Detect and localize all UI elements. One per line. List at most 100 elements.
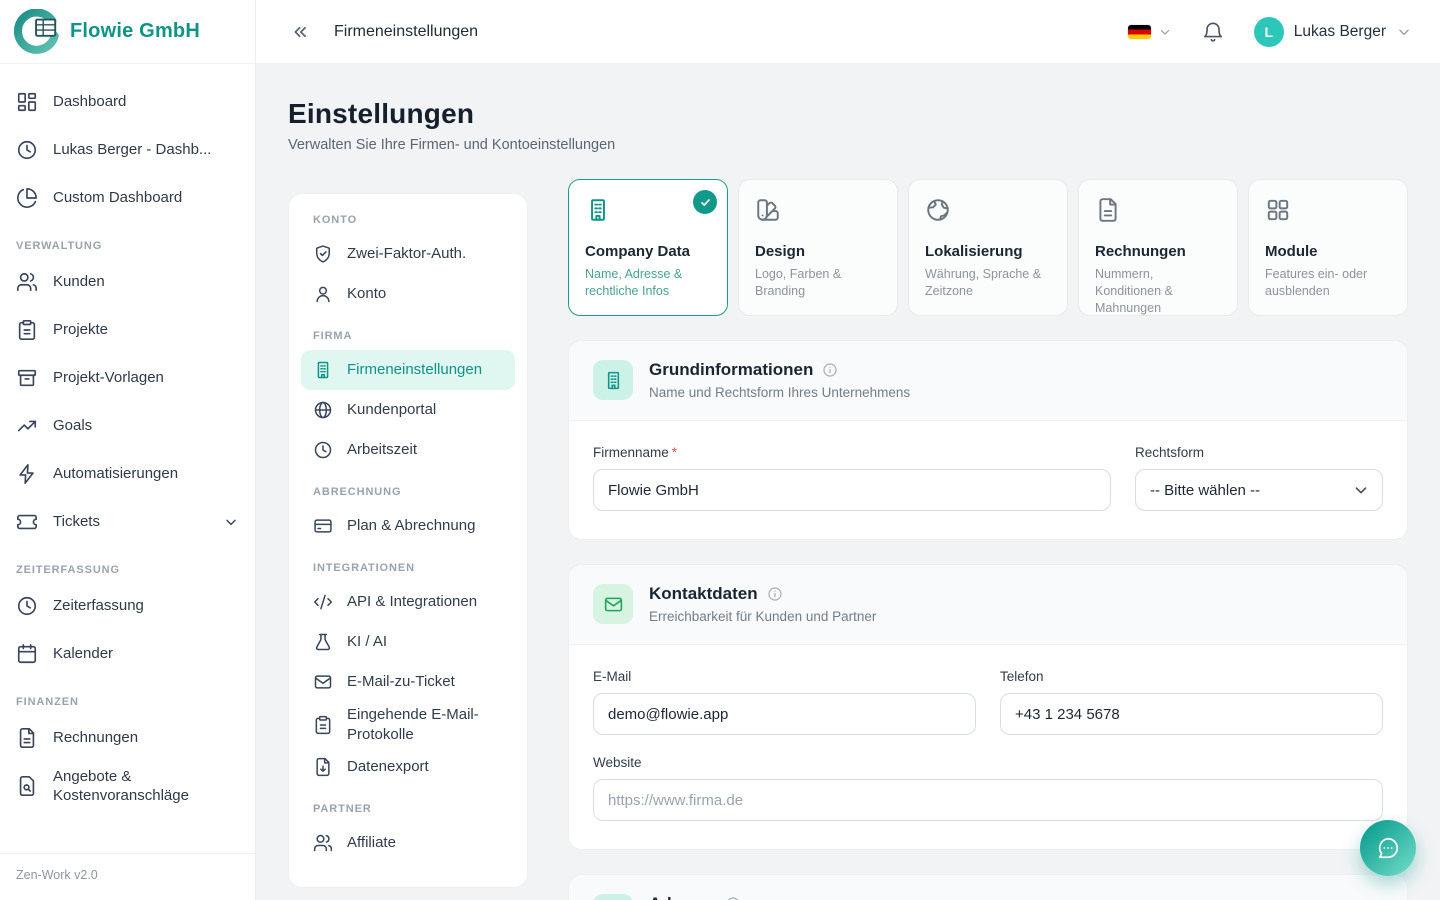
email-input[interactable] — [593, 693, 976, 735]
section-subtitle: Erreichbarkeit für Kunden und Partner — [649, 609, 876, 624]
language-switcher[interactable] — [1128, 25, 1172, 39]
collapse-sidebar-icon[interactable] — [290, 22, 310, 42]
settings-item-label: E-Mail-zu-Ticket — [347, 672, 455, 692]
sidebar-section-finanzen: Finanzen — [16, 696, 239, 708]
tab-subtitle: Features ein- oder ausblenden — [1265, 266, 1391, 300]
flowie-logo-icon — [14, 9, 60, 55]
rechtsform-select[interactable]: -- Bitte wählen -- — [1135, 469, 1383, 511]
mail-icon — [593, 584, 633, 624]
settings-item-label: KI / AI — [347, 632, 387, 652]
credit-card-icon — [313, 516, 333, 536]
sidebar-item-projekte[interactable]: Projekte — [0, 306, 255, 354]
sidebar-item-user-dashboard[interactable]: Lukas Berger - Dashb... — [0, 126, 255, 174]
settings-section-firma: Firma — [313, 330, 503, 342]
settings-item-label: Plan & Abrechnung — [347, 516, 475, 536]
pie-chart-icon — [16, 187, 38, 209]
section-adresse: Adresse — [568, 874, 1408, 900]
settings-item-arbeitszeit[interactable]: Arbeitszeit — [301, 430, 515, 470]
brand-name: Flowie GmbH — [70, 20, 200, 43]
main-content: Einstellungen Verwalten Sie Ihre Firmen-… — [256, 0, 1440, 900]
tab-title: Lokalisierung — [925, 243, 1051, 260]
sidebar-item-kunden[interactable]: Kunden — [0, 258, 255, 306]
sidebar-item-projekt-vorlagen[interactable]: Projekt-Vorlagen — [0, 354, 255, 402]
settings-item-plan-abrechnung[interactable]: Plan & Abrechnung — [301, 506, 515, 546]
sidebar-item-goals[interactable]: Goals — [0, 402, 255, 450]
tab-title: Rechnungen — [1095, 243, 1221, 260]
settings-item-ki-ai[interactable]: KI / AI — [301, 622, 515, 662]
settings-item-label: Kundenportal — [347, 400, 436, 420]
settings-item-label: Eingehende E-Mail-Protokolle — [347, 705, 503, 744]
section-title: Kontaktdaten — [649, 584, 758, 604]
notifications-bell-icon[interactable] — [1202, 21, 1224, 43]
shield-check-icon — [313, 244, 333, 264]
settings-item-konto[interactable]: Konto — [301, 274, 515, 314]
sidebar-item-label: Rechnungen — [53, 728, 138, 748]
map-pin-icon — [593, 894, 633, 900]
settings-tab-cards: Company Data Name, Adresse & rechtliche … — [568, 179, 1408, 316]
settings-item-kundenportal[interactable]: Kundenportal — [301, 390, 515, 430]
globe-icon — [313, 400, 333, 420]
users-icon — [313, 833, 333, 853]
chat-support-button[interactable] — [1360, 820, 1416, 876]
sidebar-item-label: Zeiterfassung — [53, 596, 144, 616]
user-menu[interactable]: L Lukas Berger — [1254, 17, 1412, 47]
settings-item-zwei-faktor[interactable]: Zwei-Faktor-Auth. — [301, 234, 515, 274]
telefon-input[interactable] — [1000, 693, 1383, 735]
settings-item-datenexport[interactable]: Datenexport — [301, 747, 515, 787]
email-label: E-Mail — [593, 669, 976, 684]
section-title: Adresse — [649, 894, 716, 900]
breadcrumb: Firmeneinstellungen — [334, 23, 478, 41]
sidebar-item-zeiterfassung[interactable]: Zeiterfassung — [0, 582, 255, 630]
sidebar-item-label: Dashboard — [53, 92, 126, 112]
settings-item-affiliate[interactable]: Affiliate — [301, 823, 515, 863]
german-flag-icon — [1128, 25, 1151, 39]
file-search-icon — [16, 775, 38, 797]
sidebar-item-custom-dashboard[interactable]: Custom Dashboard — [0, 174, 255, 222]
settings-content: Company Data Name, Adresse & rechtliche … — [568, 179, 1408, 900]
tab-subtitle: Name, Adresse & rechtliche Infos — [585, 266, 711, 300]
firmenname-label: Firmenname* — [593, 445, 1111, 460]
settings-item-api-integrationen[interactable]: API & Integrationen — [301, 582, 515, 622]
tab-subtitle: Nummern, Konditionen & Mahnungen — [1095, 266, 1221, 317]
sidebar-item-tickets[interactable]: Tickets — [0, 498, 255, 546]
sidebar-item-automatisierungen[interactable]: Automatisierungen — [0, 450, 255, 498]
firmenname-input[interactable] — [593, 469, 1111, 511]
required-asterisk: * — [672, 445, 677, 460]
sidebar-item-dashboard[interactable]: Dashboard — [0, 78, 255, 126]
building-icon — [593, 360, 633, 400]
sidebar-item-rechnungen[interactable]: Rechnungen — [0, 714, 255, 762]
archive-icon — [16, 367, 38, 389]
tab-title: Design — [755, 243, 881, 260]
brand-logo[interactable]: Flowie GmbH — [0, 0, 255, 64]
section-kontaktdaten: Kontaktdaten Erreichbarkeit für Kunden u… — [568, 564, 1408, 850]
tab-company-data[interactable]: Company Data Name, Adresse & rechtliche … — [568, 179, 728, 316]
sidebar: Flowie GmbH Dashboard Lukas Berger - Das… — [0, 0, 256, 900]
tab-design[interactable]: Design Logo, Farben & Branding — [738, 179, 898, 316]
avatar: L — [1254, 17, 1284, 47]
tab-title: Company Data — [585, 243, 711, 260]
flask-icon — [313, 632, 333, 652]
sidebar-item-angebote[interactable]: Angebote & Kostenvoranschläge — [0, 762, 255, 810]
swatch-book-icon — [755, 197, 781, 223]
settings-item-email-protokolle[interactable]: Eingehende E-Mail-Protokolle — [301, 702, 515, 747]
chat-bubble-icon — [1375, 835, 1401, 861]
website-input[interactable] — [593, 779, 1383, 821]
settings-item-email-zu-ticket[interactable]: E-Mail-zu-Ticket — [301, 662, 515, 702]
settings-item-firmeneinstellungen[interactable]: Firmeneinstellungen — [301, 350, 515, 390]
chevron-down-icon[interactable] — [223, 514, 239, 530]
user-icon — [313, 284, 333, 304]
sidebar-item-label: Lukas Berger - Dashb... — [53, 140, 211, 160]
info-icon[interactable] — [767, 586, 783, 602]
settings-item-label: Arbeitszeit — [347, 440, 417, 460]
info-icon[interactable] — [725, 896, 741, 900]
user-name: Lukas Berger — [1294, 23, 1386, 41]
tab-rechnungen[interactable]: Rechnungen Nummern, Konditionen & Mahnun… — [1078, 179, 1238, 316]
tab-lokalisierung[interactable]: Lokalisierung Währung, Sprache & Zeitzon… — [908, 179, 1068, 316]
chevron-down-icon — [1158, 25, 1172, 39]
clock-icon — [313, 440, 333, 460]
earth-icon — [925, 197, 951, 223]
info-icon[interactable] — [822, 362, 838, 378]
mail-icon — [603, 594, 624, 615]
tab-module[interactable]: Module Features ein- oder ausblenden — [1248, 179, 1408, 316]
sidebar-item-kalender[interactable]: Kalender — [0, 630, 255, 678]
